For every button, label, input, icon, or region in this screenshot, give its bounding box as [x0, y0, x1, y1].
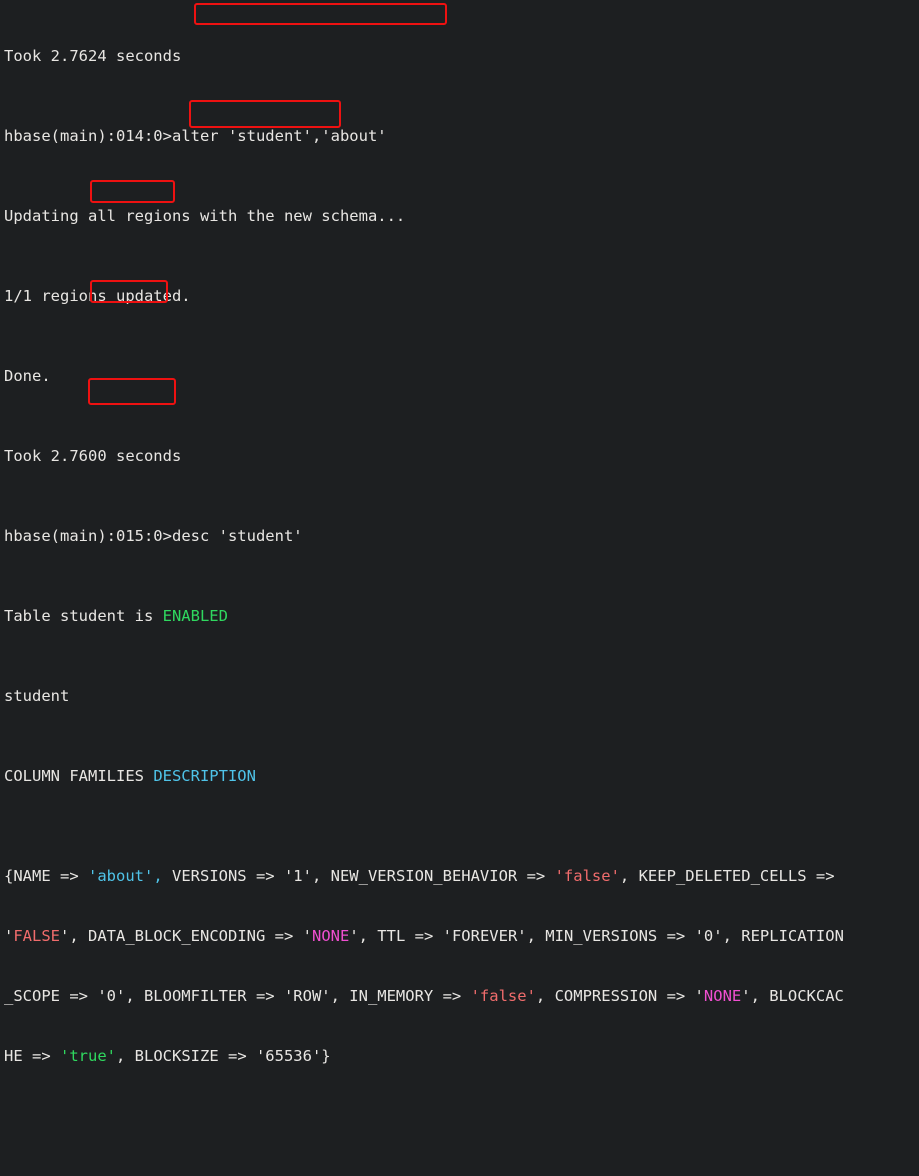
cf-about-line-2: 'FALSE', DATA_BLOCK_ENCODING => 'NONE', … — [4, 926, 916, 946]
output-updating-regions: Updating all regions with the new schema… — [4, 206, 916, 226]
cf-about-blockcache-value: 'true' — [60, 1047, 116, 1065]
cf-about-blockcache-cont: HE => — [4, 1047, 60, 1065]
done-text: Done. — [4, 367, 51, 385]
shell-prompt-015: hbase(main):015:0> — [4, 527, 172, 545]
cf-about-scope-text: _SCOPE => '0', BLOOMFILTER => 'ROW', IN_… — [4, 987, 471, 1005]
cf-about-line-3: _SCOPE => '0', BLOOMFILTER => 'ROW', IN_… — [4, 986, 916, 1006]
cf-about-encoding-label: ', DATA_BLOCK_ENCODING => ' — [60, 927, 312, 945]
prompt-line-015: hbase(main):015:0>desc 'student' — [4, 526, 916, 546]
output-table-status: Table student is ENABLED — [4, 606, 916, 626]
desc-command-text[interactable]: desc 'student' — [172, 527, 303, 545]
cf-about-quote-open-1: ' — [4, 927, 14, 945]
cf-about-in-memory-value: 'false' — [470, 987, 536, 1005]
table-enabled-status: ENABLED — [162, 607, 228, 625]
description-label: DESCRIPTION — [153, 767, 256, 785]
cf-about-new-version-behavior-value: 'false' — [554, 867, 620, 885]
cf-about-ttl-text: ', TTL => 'FOREVER', MIN_VERSIONS => '0'… — [349, 927, 844, 945]
terminal-scrollback: Took 2.7624 seconds hbase(main):014:0>al… — [4, 0, 916, 1176]
cf-about-encoding-value: NONE — [311, 927, 350, 945]
column-families-label: COLUMN FAMILIES — [4, 767, 154, 785]
shell-prompt-014: hbase(main):014:0> — [4, 127, 172, 145]
cf-about-keep-deleted-cells-label: , KEEP_DELETED_CELLS => — [619, 867, 835, 885]
output-column-families-header: COLUMN FAMILIES DESCRIPTION — [4, 766, 916, 786]
output-line-partial: Took 2.7624 seconds — [4, 46, 916, 66]
partial-took-text: Took 2.7624 seconds — [4, 47, 182, 65]
cf-about-name-prefix: {NAME => — [4, 867, 88, 885]
cf-about-line-4: HE => 'true', BLOCKSIZE => '65536'} — [4, 1046, 916, 1066]
output-done: Done. — [4, 366, 916, 386]
alter-command-text[interactable]: alter 'student','about' — [172, 127, 387, 145]
cf-about-compression-label: , COMPRESSION => ' — [535, 987, 704, 1005]
output-regions-updated: 1/1 regions updated. — [4, 286, 916, 306]
cf-about-name-value: 'about', — [88, 867, 163, 885]
cf-about-compression-value: NONE — [703, 987, 742, 1005]
output-took-alter: Took 2.7600 seconds — [4, 446, 916, 466]
table-name-text: student — [4, 687, 70, 705]
cf-about-versions-text: VERSIONS => '1', NEW_VERSION_BEHAVIOR => — [162, 867, 555, 885]
regions-updated-text: 1/1 regions updated. — [4, 287, 191, 305]
terminal-window[interactable]: Took 2.7624 seconds hbase(main):014:0>al… — [0, 0, 919, 1065]
updating-regions-text: Updating all regions with the new schema… — [4, 207, 406, 225]
cf-about-keep-deleted-cells-value: FALSE — [13, 927, 61, 945]
table-status-label: Table student is — [4, 607, 163, 625]
cf-about-blockcache-label: ', BLOCKCAC — [741, 987, 844, 1005]
output-table-name: student — [4, 686, 916, 706]
cf-about-line-1: {NAME => 'about', VERSIONS => '1', NEW_V… — [4, 866, 916, 886]
prompt-line-014: hbase(main):014:0>alter 'student','about… — [4, 126, 916, 146]
took-alter-text: Took 2.7600 seconds — [4, 447, 182, 465]
cf-about-blocksize-text: , BLOCKSIZE => '65536'} — [116, 1047, 331, 1065]
